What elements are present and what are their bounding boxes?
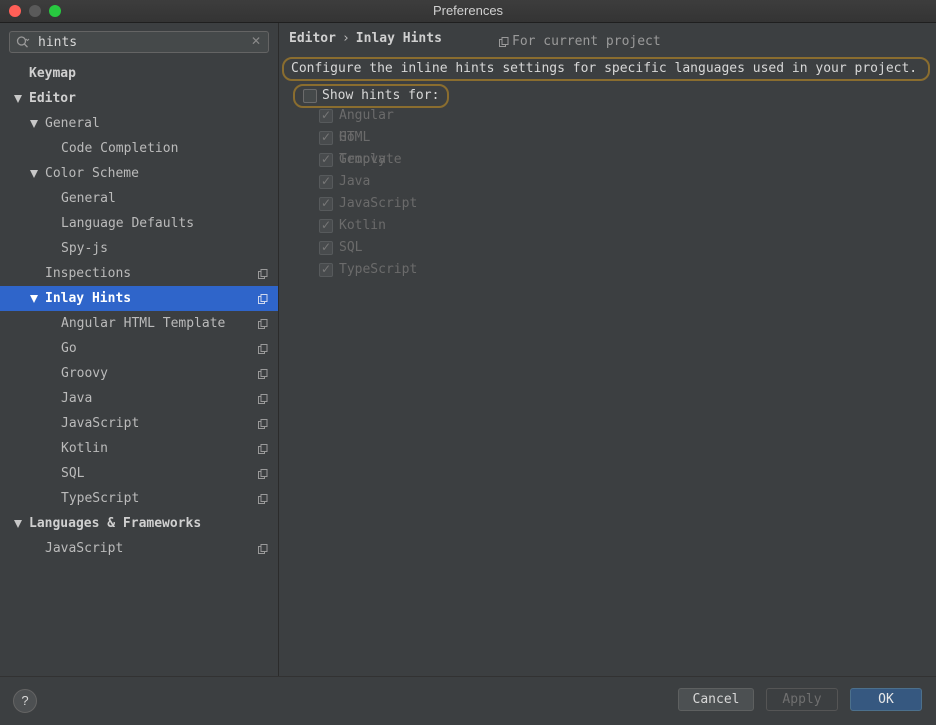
expand-arrow-icon[interactable] [14,95,22,103]
tree-item-label: General [45,116,100,131]
checkmark-icon: ✓ [321,108,332,122]
project-level-copy-icon [258,294,268,304]
tree-item-label: Inlay Hints [45,291,132,306]
tree-item-general[interactable]: General [0,111,278,136]
tree-item-typescript[interactable]: TypeScript [0,486,278,511]
checkmark-icon: ✓ [321,240,332,254]
settings-sidebar: ✕ Keymap Editor General Code Completion Colo… [0,23,279,676]
project-scope-indicator: For current project [499,34,661,49]
expand-arrow-icon[interactable] [30,120,38,128]
settings-search-box[interactable]: ✕ [9,31,269,53]
window-title: Preferences [432,3,504,18]
tree-item-general[interactable]: General [0,186,278,211]
tree-item-label: Languages & Frameworks [29,516,202,531]
tree-item-label: Kotlin [61,441,108,456]
language-hint-label: JavaScript [339,196,418,211]
project-level-copy-icon [258,469,268,479]
breadcrumb: Editor › Inlay Hints [289,31,442,46]
settings-description: Configure the inline hints settings for … [282,57,930,81]
tree-item-code-completion[interactable]: Code Completion [0,136,278,161]
search-icon [16,36,30,48]
tree-item-label: Language Defaults [61,216,195,231]
language-hint-label: Java [339,174,371,189]
clear-search-icon[interactable]: ✕ [251,34,261,48]
language-hint-label: Groovy [339,152,386,167]
tree-item-inlay-hints[interactable]: Inlay Hints [0,286,278,311]
tree-item-label: JavaScript [45,541,124,556]
breadcrumb-item-inlay-hints: Inlay Hints [355,31,442,46]
tree-item-editor[interactable]: Editor [0,86,278,111]
checkmark-icon: ✓ [321,130,332,144]
tree-item-label: Code Completion [61,141,179,156]
tree-item-label: Keymap [29,66,76,81]
project-level-copy-icon [258,544,268,554]
copy-icon [499,37,509,47]
language-hint-label: Go [339,130,355,145]
scope-label: For current project [512,34,661,49]
project-level-copy-icon [258,344,268,354]
tree-item-label: Java [61,391,93,406]
show-hints-checkbox[interactable] [303,89,317,103]
tree-item-label: Inspections [45,266,132,281]
checkmark-icon: ✓ [321,174,332,188]
settings-tree: Keymap Editor General Code Completion Color … [0,61,278,561]
tree-item-label: Spy-js [61,241,108,256]
expand-arrow-icon[interactable] [14,520,22,528]
tree-item-label: Angular HTML Template [61,316,226,331]
language-hint-label: Kotlin [339,218,386,233]
dialog-footer: ? Cancel Apply OK [0,676,936,725]
project-level-copy-icon [258,444,268,454]
tree-item-go[interactable]: Go [0,336,278,361]
tree-item-label: Color Scheme [45,166,139,181]
search-input[interactable] [38,33,243,51]
tree-item-languages-frameworks[interactable]: Languages & Frameworks [0,511,278,536]
help-button[interactable]: ? [13,689,37,713]
tree-item-javascript[interactable]: JavaScript [0,536,278,561]
project-level-copy-icon [258,319,268,329]
tree-item-groovy[interactable]: Groovy [0,361,278,386]
tree-item-label: Editor [29,91,76,106]
project-level-copy-icon [258,369,268,379]
tree-item-color-scheme[interactable]: Color Scheme [0,161,278,186]
breadcrumb-item-editor[interactable]: Editor [289,31,336,46]
apply-button[interactable]: Apply [766,688,838,711]
expand-arrow-icon[interactable] [30,170,38,178]
tree-item-label: SQL [61,466,85,481]
tree-item-label: General [61,191,116,206]
tree-item-language-defaults[interactable]: Language Defaults [0,211,278,236]
cancel-button[interactable]: Cancel [678,688,754,711]
show-hints-label: Show hints for: [322,88,440,103]
settings-content: Editor › Inlay Hints For current project C… [279,23,936,676]
project-level-copy-icon [258,269,268,279]
checkmark-icon: ✓ [321,218,332,232]
project-level-copy-icon [258,494,268,504]
tree-item-javascript[interactable]: JavaScript [0,411,278,436]
tree-item-spy-js[interactable]: Spy-js [0,236,278,261]
tree-item-label: JavaScript [61,416,140,431]
tree-item-keymap[interactable]: Keymap [0,61,278,86]
tree-item-angular-html-template[interactable]: Angular HTML Template [0,311,278,336]
title-bar: Preferences [0,0,936,23]
tree-item-inspections[interactable]: Inspections [0,261,278,286]
checkmark-icon: ✓ [321,152,332,166]
language-hint-label: TypeScript [339,262,418,277]
tree-item-label: Go [61,341,77,356]
ok-button[interactable]: OK [850,688,922,711]
project-level-copy-icon [258,394,268,404]
checkmark-icon: ✓ [321,196,332,210]
tree-item-java[interactable]: Java [0,386,278,411]
tree-item-label: Groovy [61,366,108,381]
language-hint-label: SQL [339,240,363,255]
project-level-copy-icon [258,419,268,429]
tree-item-sql[interactable]: SQL [0,461,278,486]
expand-arrow-icon[interactable] [30,295,38,303]
preferences-window: Preferences ✕ Keymap Editor General Code Co… [0,0,936,725]
checkmark-icon: ✓ [321,262,332,276]
tree-item-label: TypeScript [61,491,140,506]
breadcrumb-separator: › [341,31,350,46]
tree-item-kotlin[interactable]: Kotlin [0,436,278,461]
